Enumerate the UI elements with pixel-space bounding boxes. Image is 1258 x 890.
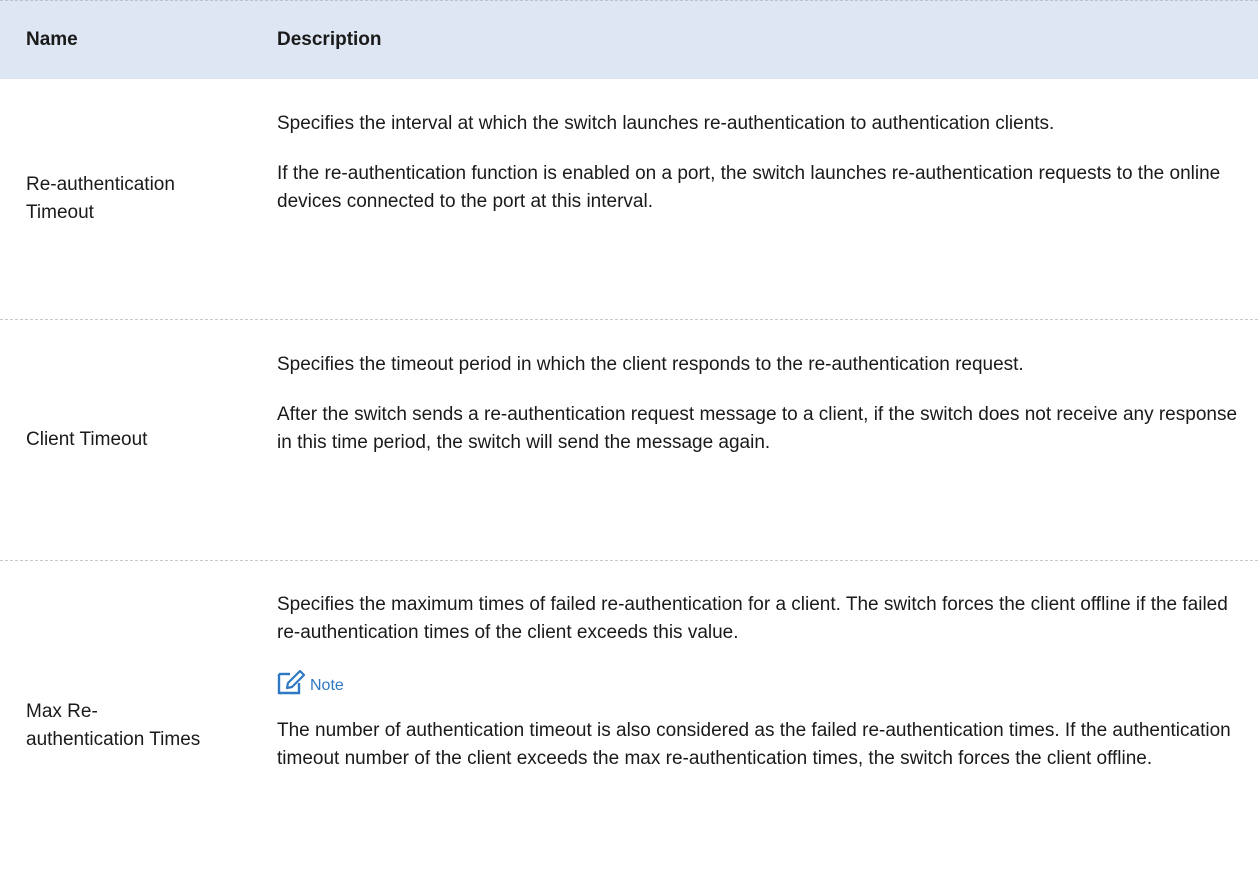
description-paragraph: If the re-authentication function is ena… [277, 163, 1221, 212]
table-row: Max Re- authentication Times Specifies t… [0, 561, 1258, 890]
description-paragraph: Specifies the maximum times of failed re… [277, 594, 1228, 643]
table-row: Re-authentication Timeout Specifies the … [0, 79, 1258, 320]
param-name-line: Max Re- [26, 700, 98, 722]
param-name: Max Re- authentication Times [0, 561, 277, 890]
param-description: Specifies the interval at which the swit… [277, 79, 1258, 319]
param-name: Re-authentication Timeout [0, 79, 277, 319]
header-description: Description [277, 29, 382, 50]
param-name: Client Timeout [0, 320, 277, 560]
parameter-table: Name Description Re-authentication Timeo… [0, 0, 1258, 890]
table-row: Client Timeout Specifies the timeout per… [0, 320, 1258, 561]
description-paragraph: Specifies the timeout period in which th… [277, 354, 1024, 375]
note-edit-icon [277, 669, 307, 695]
param-description: Specifies the maximum times of failed re… [277, 561, 1258, 890]
description-paragraph: Specifies the interval at which the swit… [277, 113, 1055, 134]
note-callout: Note [277, 669, 1238, 695]
header-name: Name [26, 29, 78, 50]
param-description: Specifies the timeout period in which th… [277, 320, 1258, 560]
note-text: The number of authentication timeout is … [277, 720, 1231, 769]
param-name-line: Timeout [26, 202, 94, 223]
description-paragraph: After the switch sends a re-authenticati… [277, 404, 1238, 453]
table-header: Name Description [0, 0, 1258, 79]
note-label: Note [310, 677, 344, 694]
param-name-line: Client Timeout [26, 429, 148, 450]
param-name-line: Re-authentication [26, 174, 175, 195]
param-name-line: authentication Times [26, 728, 201, 750]
